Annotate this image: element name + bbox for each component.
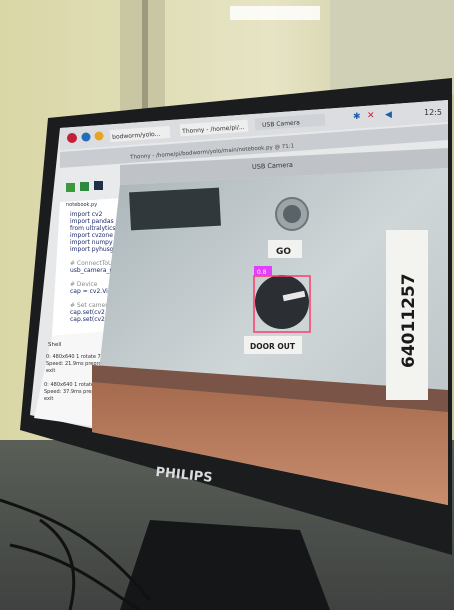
new-file-icon[interactable] [66, 183, 75, 192]
detection-label: 0.8 [257, 269, 267, 276]
code-line: import cv2 [70, 211, 103, 218]
volume-icon[interactable]: ◀ [385, 110, 392, 120]
door-out-button [255, 275, 309, 329]
photo-scene: PHILIPS bodworm/yolo... Thonny - /home/p… [0, 0, 454, 610]
side-number: 64011257 [399, 273, 419, 368]
shell-line: exit [44, 396, 53, 402]
shell-label: Shell [48, 342, 62, 348]
bluetooth-icon[interactable]: ✱ [353, 112, 361, 122]
door-out-sign-label: DOOR OUT [250, 342, 296, 351]
monitor-stand [120, 520, 330, 610]
code-line: import cvzone [70, 232, 113, 239]
browser-icon[interactable] [81, 132, 91, 142]
run-icon[interactable] [80, 182, 89, 191]
code-line: import pyhusgl [70, 246, 116, 253]
shell-line: 0: 480x640 1 rotate 75. [46, 354, 106, 360]
stop-icon[interactable] [94, 181, 103, 190]
files-icon[interactable] [94, 131, 104, 141]
menu-icon[interactable] [67, 133, 77, 143]
ceiling-light [230, 6, 320, 20]
code-line: # Device [70, 281, 98, 288]
go-sign-label: GO [276, 247, 291, 257]
network-icon[interactable]: ✕ [367, 111, 375, 121]
code-line: import pandas as [70, 218, 122, 225]
editor-tab[interactable]: notebook.py [66, 202, 97, 208]
camera-wall-box [129, 187, 221, 231]
clock: 12:5 [424, 108, 442, 117]
shell-line: exit [46, 368, 55, 374]
code-line: from ultralytics [70, 225, 116, 232]
go-button [283, 205, 301, 223]
